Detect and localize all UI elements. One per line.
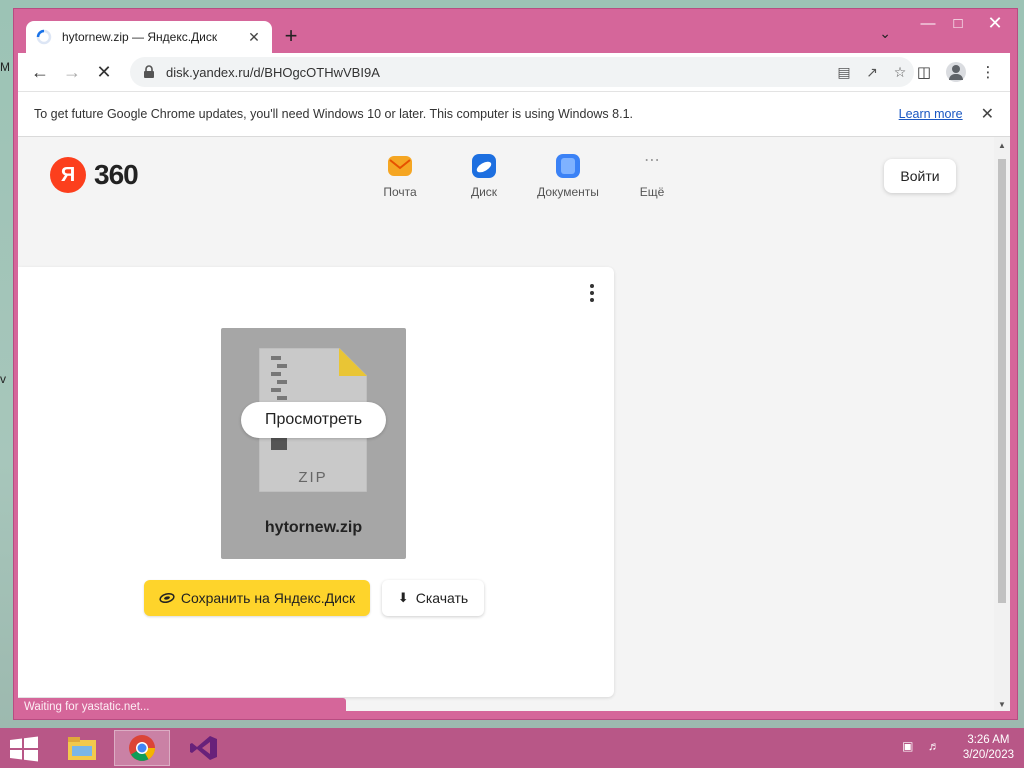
network-icon[interactable]: ▣ [899, 739, 917, 757]
chrome-icon [129, 735, 156, 761]
logo-text: 360 [94, 159, 139, 190]
page-scrollbar[interactable]: ▲ ▼ [994, 137, 1010, 711]
infobar-message: To get future Google Chrome updates, you… [34, 107, 633, 121]
download-icon: ⬇ [397, 590, 409, 605]
services-nav: Почта Диск Документы ⋯ Ещё [358, 152, 694, 200]
desktop-edge-mark: M [0, 60, 10, 74]
page-viewport: Я 360 Почта Диск Документы ⋯ Ещё Войти Z… [18, 137, 994, 711]
service-documents[interactable]: Документы [526, 153, 610, 199]
system-tray: ▣ ♬ 3:26 AM 3/20/2023 [899, 732, 1014, 764]
minimize-button[interactable]: — [913, 9, 943, 37]
download-button-label: Скачать [415, 590, 469, 606]
scroll-thumb[interactable] [998, 159, 1006, 603]
address-bar[interactable]: disk.yandex.ru/d/BHOgcOTHwVBI9A ▤ ↗ ☆ [130, 57, 914, 87]
file-card: ZIP Просмотреть hytornew.zip Сохранить н… [18, 267, 614, 697]
download-button[interactable]: ⬇ Скачать [382, 580, 484, 616]
toolbar-right: ◫ ⋮ [908, 57, 1004, 87]
more-icon: ⋯ [644, 152, 660, 169]
tab-title: hytornew.zip — Яндекс.Диск [62, 30, 218, 44]
window-caption-buttons: — □ ✕ [913, 9, 1017, 37]
back-button[interactable]: ← [24, 56, 56, 88]
stop-loading-button[interactable]: ✕ [88, 56, 120, 88]
service-label: Ещё [639, 185, 665, 199]
service-mail[interactable]: Почта [358, 153, 442, 199]
service-label: Почта [383, 185, 417, 199]
scroll-down-arrow-icon[interactable]: ▼ [997, 700, 1007, 709]
profile-button[interactable] [940, 57, 972, 87]
translate-icon[interactable]: ▤ [830, 58, 858, 86]
taskbar: ▣ ♬ 3:26 AM 3/20/2023 [0, 728, 1024, 768]
forward-button[interactable]: → [56, 56, 88, 88]
card-menu-icon[interactable] [586, 283, 598, 303]
desktop-edge-mark: v [0, 372, 6, 386]
yandex-logo-icon: Я [50, 157, 86, 193]
side-panel-icon[interactable]: ◫ [908, 57, 940, 87]
taskbar-file-explorer[interactable] [54, 730, 110, 766]
service-label: Диск [470, 185, 498, 199]
taskbar-chrome[interactable] [114, 730, 170, 766]
lock-icon [144, 65, 154, 78]
save-to-disk-button[interactable]: Сохранить на Яндекс.Диск [144, 580, 370, 616]
scroll-up-arrow-icon[interactable]: ▲ [997, 141, 1007, 150]
file-name: hytornew.zip [264, 519, 363, 536]
disk-icon [472, 154, 496, 178]
tab-search-chevron-icon[interactable]: ⌄ [879, 25, 891, 42]
close-window-button[interactable]: ✕ [973, 9, 1017, 37]
browser-toolbar: ← → ✕ disk.yandex.ru/d/BHOgcOTHwVBI9A ▤ … [18, 53, 1010, 91]
browser-tab[interactable]: hytornew.zip — Яндекс.Диск ✕ [26, 21, 272, 53]
learn-more-link[interactable]: Learn more [899, 107, 963, 121]
clock-date: 3/20/2023 [962, 749, 1014, 761]
update-infobar: To get future Google Chrome updates, you… [18, 91, 1010, 137]
avatar-icon [946, 62, 966, 82]
visual-studio-icon [190, 736, 217, 760]
file-preview[interactable]: ZIP Просмотреть hytornew.zip [221, 328, 406, 559]
url-text: disk.yandex.ru/d/BHOgcOTHwVBI9A [166, 64, 380, 80]
clock-time: 3:26 AM [967, 734, 1010, 746]
taskbar-visual-studio[interactable] [176, 730, 232, 766]
share-icon[interactable]: ↗ [858, 58, 886, 86]
windows-start-icon[interactable] [8, 736, 40, 762]
mail-icon [388, 156, 412, 176]
documents-icon [556, 154, 580, 178]
preview-button[interactable]: Просмотреть [241, 402, 386, 438]
login-button[interactable]: Войти [884, 159, 956, 193]
status-text: Waiting for yastatic.net... [24, 701, 150, 713]
tab-close-icon[interactable]: ✕ [246, 29, 262, 46]
zip-type-label: ZIP [298, 469, 327, 486]
folder-icon [68, 737, 96, 760]
infobar-close-icon[interactable]: ✕ [981, 104, 994, 124]
maximize-button[interactable]: □ [943, 9, 973, 37]
yandex-360-logo[interactable]: Я 360 [50, 157, 139, 193]
volume-icon[interactable]: ♬ [925, 739, 943, 757]
service-more[interactable]: ⋯ Ещё [610, 152, 694, 200]
new-tab-button[interactable]: + [279, 25, 303, 49]
menu-kebab-icon[interactable]: ⋮ [972, 57, 1004, 87]
disk-save-icon [159, 592, 175, 604]
status-bubble: Waiting for yastatic.net... [18, 698, 346, 719]
service-label: Документы [537, 185, 599, 199]
service-disk[interactable]: Диск [442, 153, 526, 199]
loading-spinner-icon [36, 29, 52, 45]
browser-window: — □ ✕ hytornew.zip — Яндекс.Диск ✕ + ⌄ ←… [13, 8, 1018, 720]
taskbar-clock[interactable]: 3:26 AM 3/20/2023 [963, 733, 1014, 763]
save-button-label: Сохранить на Яндекс.Диск [180, 590, 356, 606]
